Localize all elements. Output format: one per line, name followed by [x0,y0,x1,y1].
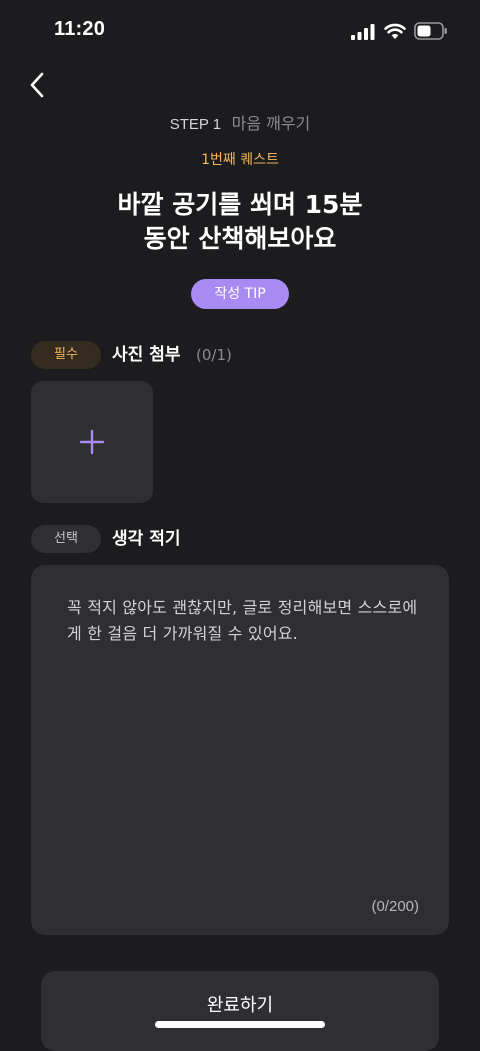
step-title: 마음 깨우기 [231,114,311,133]
wifi-icon [384,23,406,39]
quest-label: 1번째 퀘스트 [201,152,279,168]
optional-badge: 선택 [31,525,101,553]
photo-section-title: 사진 첨부 [112,345,181,365]
home-indicator [155,1021,325,1028]
add-photo-button[interactable] [31,381,153,503]
step-label: STEP 1 [169,116,222,133]
complete-button[interactable]: 완료하기 [41,971,439,1051]
photo-count: (0/1) [196,346,232,364]
status-bar: 11:20 [0,0,480,64]
writing-tip-button[interactable]: 작성 TIP [191,279,289,309]
back-button[interactable] [22,68,52,102]
complete-button-label: 완료하기 [206,995,274,1016]
chevron-left-icon [30,72,44,98]
thought-section-title: 생각 적기 [112,529,181,549]
quest-title: 바깥 공기를 쐬며 15분 동안 산책해보아요 [117,190,363,253]
thought-textarea[interactable]: 꼭 적지 않아도 괜찮지만, 글로 정리해보면 스스로에게 한 걸음 더 가까워… [31,565,449,935]
plus-icon [79,429,105,455]
required-badge: 필수 [31,341,101,369]
thought-placeholder: 꼭 적지 않아도 괜찮지만, 글로 정리해보면 스스로에게 한 걸음 더 가까워… [67,598,418,643]
character-counter: (0/200) [371,898,419,915]
step-header: STEP 1 마음 깨우기 [0,112,480,137]
signal-icon [351,24,375,40]
battery-icon [414,22,447,40]
status-time: 11:20 [54,18,106,40]
